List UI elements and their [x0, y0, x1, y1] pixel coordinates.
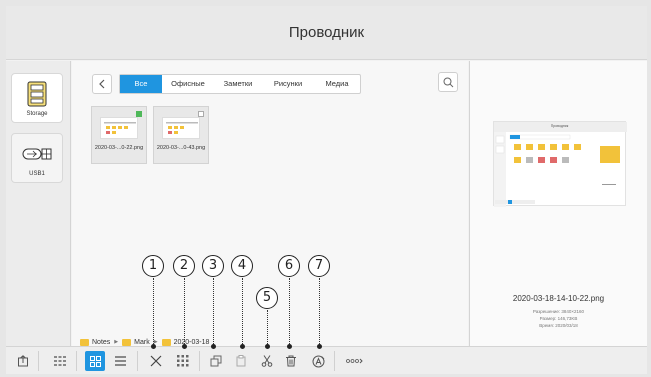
- device-usb1[interactable]: USB1: [11, 133, 63, 183]
- select-all-icon: [177, 355, 189, 367]
- window-title: Проводник: [288, 24, 365, 41]
- callout-marker: 5: [256, 287, 278, 309]
- select-all-files-button[interactable]: [173, 351, 193, 371]
- scissors-icon: [261, 355, 273, 367]
- callout-marker: 3: [202, 255, 224, 277]
- back-button[interactable]: [92, 74, 112, 94]
- paste-icon: [236, 355, 246, 367]
- callout-marker: 7: [308, 255, 330, 277]
- callout-marker: 6: [278, 255, 300, 277]
- chevron-left-icon: [99, 79, 105, 89]
- preview-resolution: Разрешение: 3840×2160: [532, 309, 585, 314]
- folder-icon: [80, 338, 89, 346]
- breadcrumb-item[interactable]: Mark: [134, 339, 150, 346]
- file-name: 2020-03-...0-43.png: [156, 145, 206, 151]
- filter-tabs: Все Офисные Заметки Рисунки Медиа: [119, 74, 361, 94]
- trash-icon: [286, 355, 296, 367]
- folder-icon: [122, 338, 132, 346]
- search-icon: [443, 77, 453, 87]
- tab-office[interactable]: Офисные: [162, 75, 214, 93]
- device-label: Storage: [26, 111, 48, 117]
- grid-select-icon: [54, 356, 66, 366]
- paste-button[interactable]: [231, 351, 251, 371]
- cancel-button[interactable]: [146, 351, 166, 371]
- rename-button[interactable]: [308, 351, 328, 371]
- list-view-icon: [114, 356, 126, 366]
- bottom-toolbar: [6, 346, 647, 374]
- callout-marker: 1: [142, 255, 164, 277]
- copy-icon: [210, 355, 222, 367]
- file-thumbnail: [162, 117, 200, 139]
- device-label: USB1: [29, 171, 45, 177]
- upload-button[interactable]: [13, 351, 33, 371]
- tab-images[interactable]: Рисунки: [262, 75, 314, 93]
- chevron-right-icon: ▶: [114, 339, 119, 345]
- device-storage[interactable]: Storage: [11, 73, 63, 123]
- folder-icon: [161, 338, 171, 346]
- delete-button[interactable]: [281, 351, 301, 371]
- preview-window-title: Проводник: [550, 124, 569, 128]
- storage-icon: [27, 81, 47, 107]
- copy-button[interactable]: [206, 351, 226, 371]
- device-sidebar: Storage USB1: [6, 61, 71, 346]
- more-button[interactable]: [342, 351, 366, 371]
- breadcrumb-item[interactable]: Notes: [92, 339, 110, 346]
- preview-panel: Проводник 2020-03-18-14-10-22.png Разреш…: [469, 61, 647, 346]
- cut-button[interactable]: [257, 351, 277, 371]
- tab-all[interactable]: Все: [120, 75, 162, 93]
- breadcrumb-item[interactable]: 2020-03-18: [174, 339, 210, 346]
- file-item[interactable]: 2020-03-...0-22.png: [91, 106, 147, 164]
- preview-image: Проводник: [493, 121, 627, 207]
- file-thumbnail: [100, 117, 138, 139]
- rename-icon: [312, 355, 324, 367]
- callout-marker: 4: [231, 255, 253, 277]
- tab-media[interactable]: Медиа: [314, 75, 360, 93]
- file-item[interactable]: 2020-03-...0-43.png: [153, 106, 209, 164]
- usb-icon: [22, 148, 52, 160]
- preview-time: Время: 2020/03/18: [539, 323, 578, 328]
- preview-size: Размер: 146,73KB: [539, 316, 578, 321]
- tab-notes[interactable]: Заметки: [214, 75, 262, 93]
- close-icon: [150, 355, 162, 367]
- preview-filename: 2020-03-18-14-10-22.png: [512, 294, 605, 303]
- list-view-button[interactable]: [110, 351, 130, 371]
- search-button[interactable]: [438, 72, 458, 92]
- more-icon: [346, 358, 363, 364]
- upload-icon: [18, 355, 28, 367]
- title-bar: Проводник: [6, 6, 647, 60]
- grid-view-icon: [89, 355, 101, 367]
- file-explorer-window: Проводник Storage USB1 Все Офисные Замет…: [6, 6, 647, 374]
- callout-marker: 2: [173, 255, 195, 277]
- file-name: 2020-03-...0-22.png: [94, 145, 144, 151]
- grid-view-button[interactable]: [85, 351, 105, 371]
- select-all-button[interactable]: [50, 351, 70, 371]
